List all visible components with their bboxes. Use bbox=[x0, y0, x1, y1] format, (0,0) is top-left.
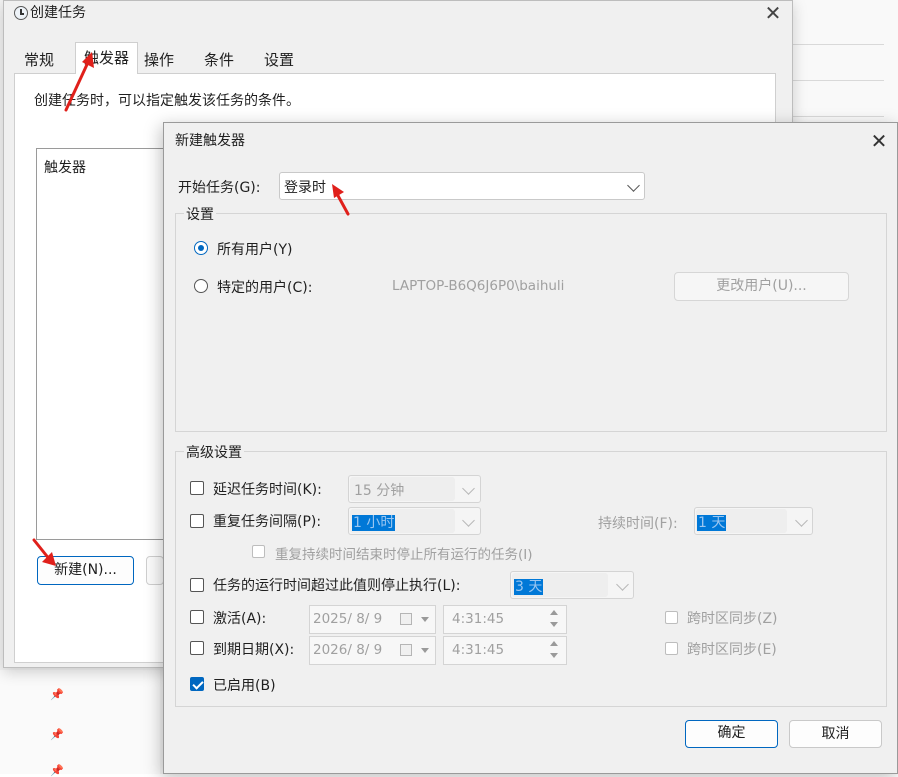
annotation-arrow-icon bbox=[32, 538, 56, 566]
repeat-task-checkbox[interactable] bbox=[190, 514, 204, 528]
duration-value: 1 天 bbox=[697, 515, 727, 531]
calendar-icon[interactable] bbox=[400, 644, 412, 656]
spin-up-icon[interactable] bbox=[550, 641, 558, 646]
background-divider bbox=[792, 44, 884, 45]
create-task-title: 创建任务 bbox=[30, 5, 86, 21]
all-users-radio[interactable] bbox=[194, 241, 208, 255]
stop-if-runs-checkbox[interactable] bbox=[190, 578, 204, 592]
all-users-label: 所有用户(Y) bbox=[217, 242, 293, 258]
tab-actions[interactable]: 操作 bbox=[136, 47, 182, 73]
expire-sync-checkbox[interactable] bbox=[665, 642, 678, 655]
annotation-arrow-icon bbox=[332, 184, 350, 216]
tab-general[interactable]: 常规 bbox=[16, 47, 62, 73]
tab-settings[interactable]: 设置 bbox=[256, 47, 302, 73]
expire-date-value: 2026/ 8/ 9 bbox=[313, 642, 383, 658]
activate-sync-checkbox[interactable] bbox=[665, 611, 678, 624]
close-icon[interactable]: ✕ bbox=[760, 0, 786, 26]
trigger-list-header: 触发器 bbox=[44, 160, 86, 176]
expire-sync-label: 跨时区同步(E) bbox=[687, 642, 777, 658]
clock-icon bbox=[14, 6, 28, 20]
change-user-button[interactable]: 更改用户(U)... bbox=[674, 272, 849, 301]
caret-down-icon bbox=[421, 648, 429, 653]
ok-button[interactable]: 确定 bbox=[685, 720, 778, 748]
calendar-icon[interactable] bbox=[400, 613, 412, 625]
spin-down-icon[interactable] bbox=[550, 653, 558, 658]
enabled-label: 已启用(B) bbox=[213, 678, 276, 694]
begin-task-value: 登录时 bbox=[284, 180, 326, 196]
background-left-strip bbox=[0, 670, 160, 774]
activate-label: 激活(A): bbox=[213, 611, 267, 627]
delay-task-checkbox[interactable] bbox=[190, 481, 204, 495]
new-trigger-title: 新建触发器 bbox=[175, 133, 245, 149]
caret-down-icon bbox=[421, 617, 429, 622]
enabled-checkbox[interactable] bbox=[190, 677, 204, 691]
expire-checkbox[interactable] bbox=[190, 641, 204, 655]
begin-task-label: 开始任务(G): bbox=[178, 180, 261, 196]
activate-date-value: 2025/ 8/ 9 bbox=[313, 611, 383, 627]
stop-at-end-label: 重复持续时间结束时停止所有运行的任务(I) bbox=[275, 547, 533, 563]
expire-time-value: 4:31:45 bbox=[452, 642, 505, 658]
tab-conditions[interactable]: 条件 bbox=[196, 47, 242, 73]
pin-icon: 📌 bbox=[50, 764, 64, 777]
close-icon[interactable]: ✕ bbox=[866, 128, 892, 154]
specific-user-radio[interactable] bbox=[194, 279, 208, 293]
delay-task-label: 延迟任务时间(K): bbox=[213, 482, 322, 498]
cancel-button[interactable]: 取消 bbox=[789, 720, 882, 748]
advanced-settings-title: 高级设置 bbox=[184, 442, 244, 462]
activate-time-value: 4:31:45 bbox=[452, 611, 505, 627]
background-divider bbox=[792, 116, 884, 117]
repeat-task-label: 重复任务间隔(P): bbox=[213, 514, 322, 530]
stop-if-runs-value: 3 天 bbox=[514, 579, 544, 595]
stop-if-runs-label: 任务的运行时间超过此值则停止执行(L): bbox=[213, 578, 461, 594]
background-divider bbox=[792, 80, 884, 81]
repeat-task-value: 1 小时 bbox=[352, 515, 396, 531]
specific-user-label: 特定的用户(C): bbox=[217, 280, 313, 296]
pin-icon: 📌 bbox=[50, 728, 64, 741]
pin-icon: 📌 bbox=[50, 688, 64, 701]
activate-sync-label: 跨时区同步(Z) bbox=[687, 611, 778, 627]
annotation-arrow-icon bbox=[64, 52, 94, 112]
expire-label: 到期日期(X): bbox=[213, 642, 295, 658]
delay-task-value: 15 分钟 bbox=[354, 483, 405, 499]
settings-group-title: 设置 bbox=[184, 204, 216, 224]
spin-up-icon[interactable] bbox=[550, 610, 558, 615]
specific-user-value: LAPTOP-B6Q6J6P0\baihuli bbox=[392, 278, 565, 294]
spin-down-icon[interactable] bbox=[550, 622, 558, 627]
duration-label: 持续时间(F): bbox=[598, 516, 678, 532]
trigger-list[interactable] bbox=[36, 148, 166, 540]
edit-trigger-button[interactable] bbox=[146, 556, 164, 585]
stop-at-end-checkbox[interactable] bbox=[252, 545, 265, 558]
activate-checkbox[interactable] bbox=[190, 610, 204, 624]
